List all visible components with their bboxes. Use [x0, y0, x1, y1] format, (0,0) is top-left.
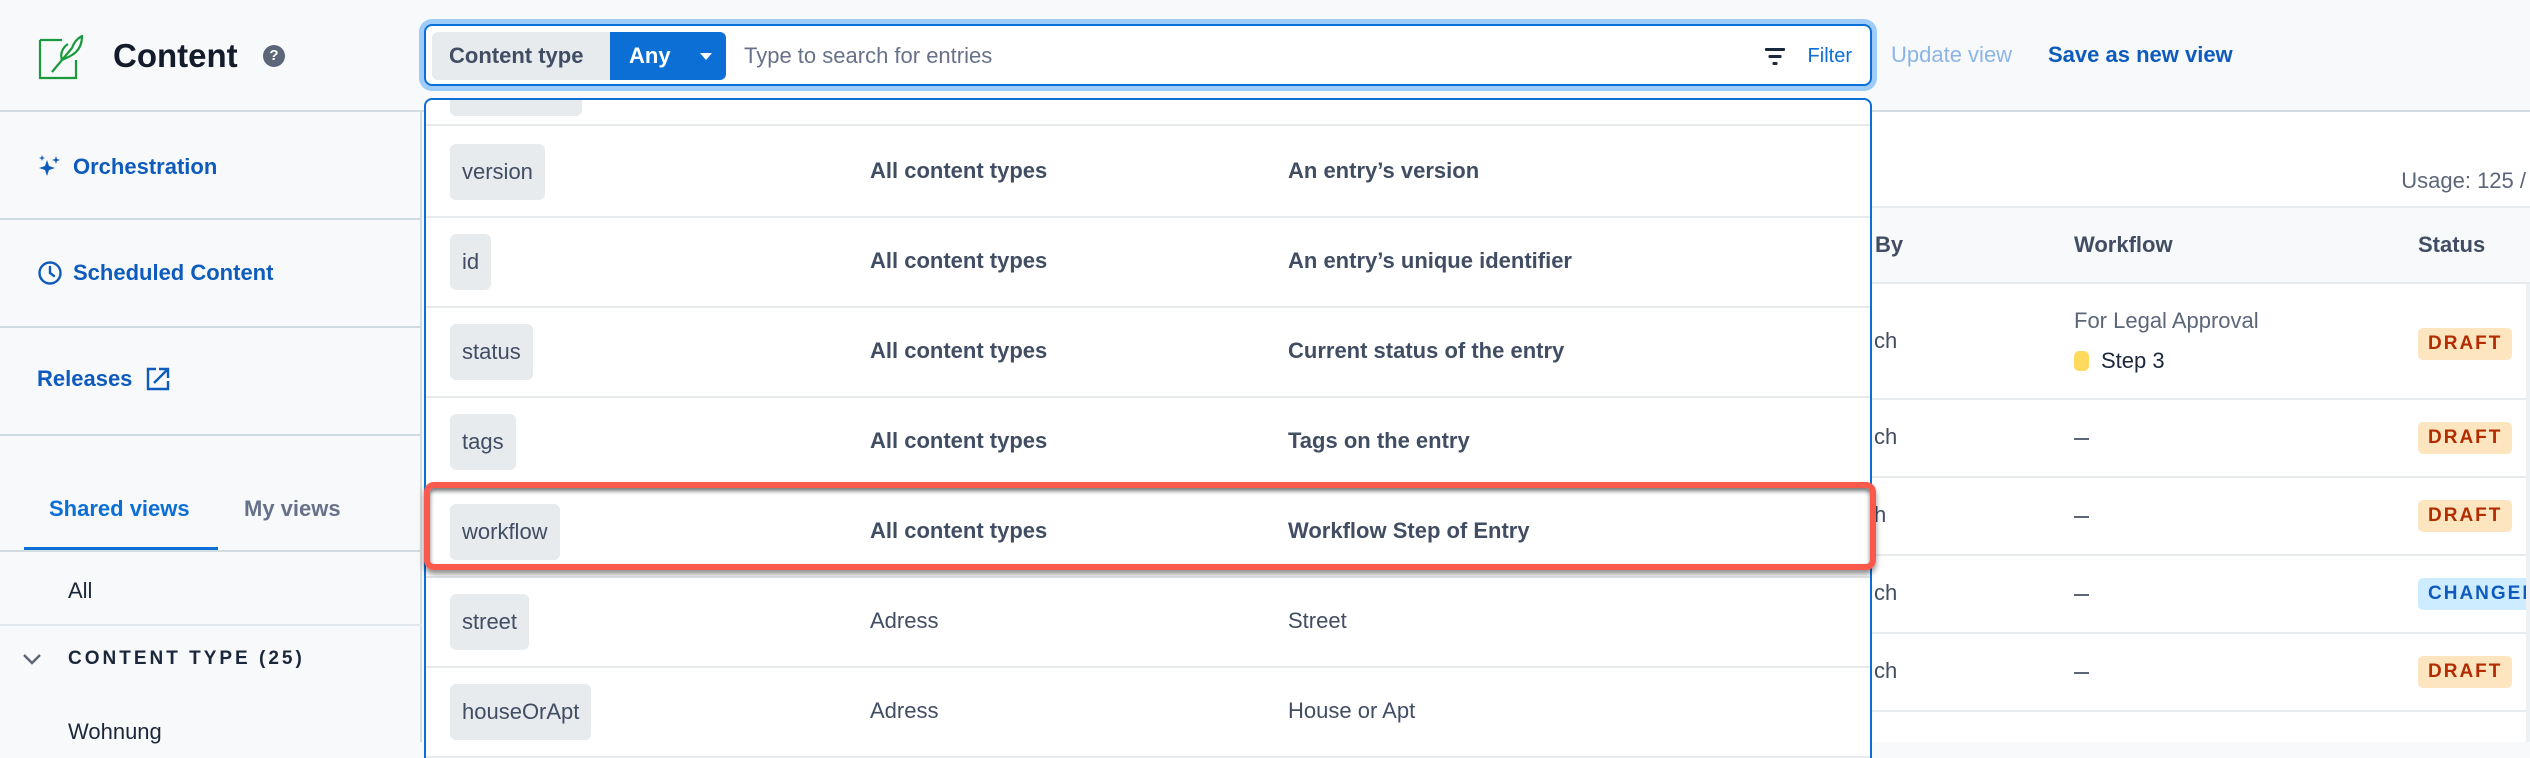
table-row[interactable]: ch DRAFT — [1872, 400, 2530, 478]
divider — [0, 550, 422, 552]
cell-by: h — [1874, 502, 1887, 527]
suggestion-row[interactable]: id All content types An entry’s unique i… — [426, 218, 1870, 308]
workflow-step: Step 3 — [2074, 348, 2165, 374]
cell-by: ch — [1874, 328, 1898, 353]
workflow-step-label: Step 3 — [2101, 348, 2165, 373]
filter-icon — [1764, 47, 1786, 65]
suggestion-row[interactable]: houseOrApt Adress House or Apt — [426, 668, 1870, 758]
field-chip: houseOrApt — [450, 684, 592, 740]
cell-by: ch — [1874, 658, 1898, 683]
table-header: By Workflow Status — [1872, 206, 2530, 284]
caret-down-icon — [700, 53, 712, 60]
sidebar-link-orchestration[interactable]: Orchestration — [37, 154, 217, 180]
empty-workflow-dash — [2074, 516, 2089, 518]
suggestion-content-type: All content types — [870, 518, 1048, 543]
external-link-icon — [147, 367, 170, 391]
content-type-group-toggle[interactable]: CONTENT TYPE (25) — [22, 648, 305, 670]
usage-counter: Usage: 125 / — [2401, 168, 2526, 193]
content-type-select-value: Any — [629, 43, 671, 68]
column-header-by[interactable]: By — [1875, 232, 1903, 258]
search-bar: Content type Any Filter — [424, 24, 1872, 86]
divider — [0, 326, 422, 328]
suggestion-content-type: Adress — [870, 608, 939, 633]
clock-icon — [38, 261, 62, 285]
cell-by: ch — [1874, 424, 1898, 449]
content-type-filter-label: Content type — [432, 32, 612, 80]
content-type-item[interactable]: Wohnung — [68, 719, 162, 745]
suggestion-description: An entry’s version — [1288, 158, 1480, 183]
status-badge: DRAFT — [2418, 500, 2513, 532]
field-chip: workflow — [450, 504, 560, 560]
content-feather-logo-icon — [38, 34, 84, 80]
sidebar-link-label: Releases — [37, 366, 133, 391]
suggestion-description: Current status of the entry — [1288, 338, 1565, 363]
field-chip: status — [450, 324, 533, 380]
suggestion-content-type: All content types — [870, 158, 1048, 183]
empty-workflow-dash — [2074, 672, 2089, 674]
suggestion-content-type: All content types — [870, 338, 1048, 363]
views-tabs: Shared views My views — [0, 464, 422, 552]
suggestion-row-partial[interactable] — [426, 100, 1870, 126]
cell-by: ch — [1874, 580, 1898, 605]
status-badge: DRAFT — [2418, 328, 2513, 360]
field-chip: tags — [450, 414, 516, 470]
suggestion-row[interactable]: street Adress Street — [426, 578, 1870, 668]
cell-workflow-name: For Legal Approval — [2074, 308, 2259, 333]
status-badge: DRAFT — [2418, 656, 2513, 688]
tab-shared-views[interactable]: Shared views — [49, 496, 190, 522]
sidebar-link-scheduled-content[interactable]: Scheduled Content — [37, 260, 273, 286]
view-item-all[interactable]: All — [68, 578, 92, 604]
tab-my-views[interactable]: My views — [244, 496, 341, 522]
field-chip: id — [450, 234, 492, 290]
sidebar-link-label: Scheduled Content — [73, 260, 274, 285]
suggestion-description: An entry’s unique identifier — [1288, 248, 1572, 273]
suggestion-row[interactable]: version All content types An entry’s ver… — [426, 128, 1870, 218]
table-row[interactable]: ch For Legal Approval Step 3 DRAFT — [1872, 286, 2530, 400]
sidebar-link-releases[interactable]: Releases — [37, 366, 170, 392]
save-as-new-view-button[interactable]: Save as new view — [2048, 42, 2233, 68]
status-badge: DRAFT — [2418, 422, 2513, 454]
page-title: Content — [113, 37, 238, 74]
suggestion-content-type: All content types — [870, 248, 1048, 273]
column-header-status[interactable]: Status — [2418, 232, 2485, 258]
entries-table: Usage: 125 / By Workflow Status ch For L… — [1872, 112, 2530, 742]
suggestion-description: Tags on the entry — [1288, 428, 1470, 453]
divider — [0, 624, 422, 626]
suggestion-content-type: All content types — [870, 428, 1048, 453]
divider — [0, 434, 422, 436]
sparkles-icon — [39, 155, 60, 176]
table-scrollbar[interactable] — [2526, 284, 2530, 742]
table-row[interactable]: ch DRAFT — [1872, 634, 2530, 712]
suggestion-description: Street — [1288, 608, 1347, 633]
divider — [0, 218, 422, 220]
empty-workflow-dash — [2074, 438, 2089, 440]
update-view-button[interactable]: Update view — [1891, 42, 2012, 68]
filter-label: Filter — [1807, 44, 1852, 67]
field-chip — [450, 100, 582, 116]
filter-button[interactable]: Filter — [1764, 38, 1852, 74]
empty-workflow-dash — [2074, 594, 2089, 596]
suggestion-row[interactable]: status All content types Current status … — [426, 308, 1870, 398]
help-icon[interactable]: ? — [263, 45, 285, 67]
status-badge: CHANGED — [2418, 578, 2530, 610]
suggestion-description: Workflow Step of Entry — [1288, 518, 1530, 543]
chevron-down-icon — [23, 654, 41, 665]
suggestion-content-type: Adress — [870, 698, 939, 723]
suggestion-row-workflow[interactable]: workflow All content types Workflow Step… — [426, 488, 1870, 578]
field-chip: street — [450, 594, 530, 650]
sidebar-link-label: Orchestration — [73, 154, 218, 179]
column-header-workflow[interactable]: Workflow — [2074, 232, 2173, 258]
step-dot-icon — [2074, 351, 2089, 371]
search-input[interactable] — [744, 36, 1644, 76]
suggestion-description: House or Apt — [1288, 698, 1416, 723]
table-row[interactable]: h DRAFT — [1872, 478, 2530, 556]
table-row[interactable]: ch CHANGED — [1872, 556, 2530, 634]
content-type-group-label: CONTENT TYPE (25) — [68, 648, 305, 669]
search-suggestions-dropdown: version All content types An entry’s ver… — [424, 98, 1872, 758]
sidebar: Orchestration Scheduled Content Releases… — [0, 112, 422, 745]
field-chip: version — [450, 144, 545, 200]
suggestion-row[interactable]: tags All content types Tags on the entry — [426, 398, 1870, 488]
content-type-select[interactable]: Any — [610, 32, 726, 80]
